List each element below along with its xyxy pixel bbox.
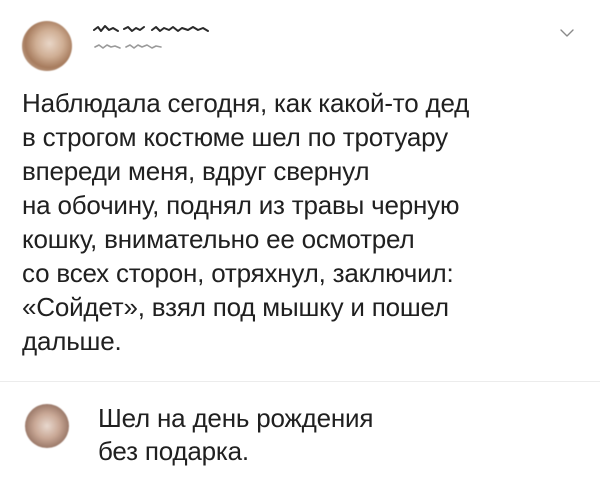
redacted-name-scribble xyxy=(93,25,209,32)
author-avatar[interactable] xyxy=(22,21,72,71)
thread-divider xyxy=(0,381,600,382)
reply-text: Шел на день рождения без подарка. xyxy=(98,403,374,466)
tweet-text: Наблюдала сегодня, как какой-то дед в ст… xyxy=(22,88,470,356)
tweet-card: Наблюдала сегодня, как какой-то дед в ст… xyxy=(0,0,600,382)
redacted-handle-scribble xyxy=(94,44,162,49)
author-handle-redacted xyxy=(92,42,192,50)
chevron-down-icon[interactable] xyxy=(560,28,574,38)
author-name-redacted[interactable] xyxy=(92,24,222,34)
reply-author-avatar[interactable] xyxy=(25,404,69,448)
